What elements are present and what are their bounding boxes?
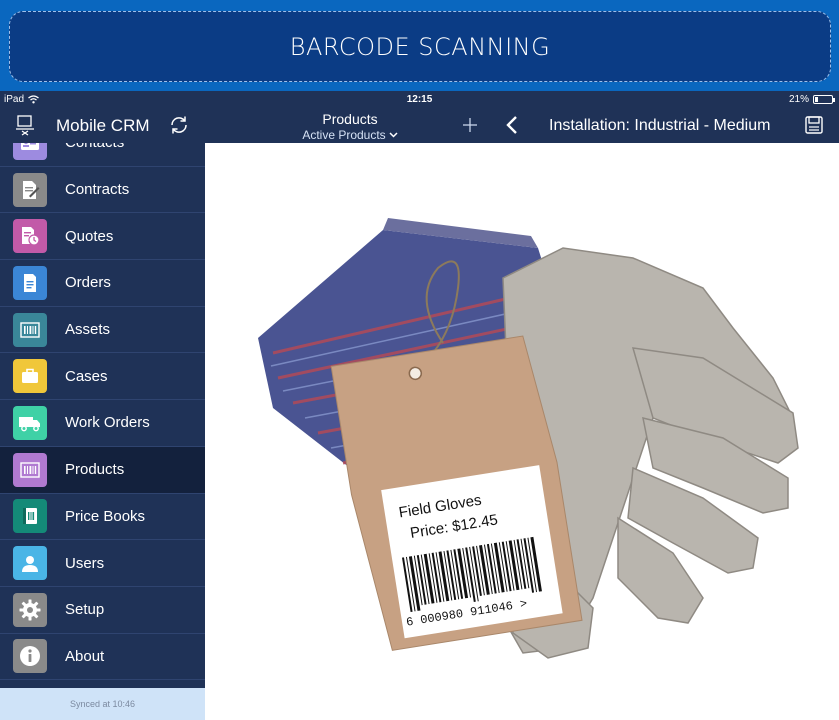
home-icon[interactable] xyxy=(14,114,36,136)
info-icon xyxy=(13,639,47,674)
sidebar: Contacts Contracts Quotes Orders Assets xyxy=(0,143,205,720)
sidebar-item-assets[interactable]: Assets xyxy=(0,307,205,354)
back-icon[interactable] xyxy=(502,114,522,136)
sidebar-item-orders[interactable]: Orders xyxy=(0,260,205,307)
sidebar-item-label: Cases xyxy=(65,367,108,385)
sidebar-item-label: Assets xyxy=(65,321,111,339)
battery-icon xyxy=(813,95,835,104)
sidebar-item-quotes[interactable]: Quotes xyxy=(0,213,205,261)
clock: 12:15 xyxy=(406,94,433,105)
sidebar-item-label: Setup xyxy=(65,601,105,619)
list-filter-label: Active Products xyxy=(302,128,386,142)
banner-title: BARCODE SCANNING xyxy=(289,32,551,61)
gear-icon xyxy=(13,592,47,627)
battery-fill xyxy=(815,97,818,102)
save-icon[interactable] xyxy=(804,115,824,135)
barcode-icon xyxy=(13,452,47,487)
banner-frame: BARCODE SCANNING xyxy=(9,11,831,82)
sidebar-item-label: Quotes xyxy=(65,227,114,245)
detail-title: Installation: Industrial - Medium xyxy=(549,117,771,134)
order-icon xyxy=(13,265,47,300)
app-title: Mobile CRM xyxy=(56,116,150,135)
sidebar-item-contracts[interactable]: Contracts xyxy=(0,167,205,214)
banner: BARCODE SCANNING xyxy=(0,0,839,91)
sync-icon[interactable] xyxy=(168,114,190,136)
sync-status: Synced at 10:46 xyxy=(0,688,205,720)
sidebar-item-label: About xyxy=(65,647,105,665)
chevron-down-icon xyxy=(389,132,398,138)
sidebar-item-label: Orders xyxy=(65,274,111,292)
add-icon[interactable] xyxy=(458,113,482,137)
battery-percent: 21% xyxy=(788,94,809,105)
sidebar-item-price-books[interactable]: Price Books xyxy=(0,494,205,541)
sidebar-item-label: Work Orders xyxy=(65,414,150,432)
product-photo: Field Gloves Price: $12.45 6 000980 9110… xyxy=(233,178,821,673)
pricebook-icon xyxy=(13,499,47,534)
sidebar-item-label: Contracts xyxy=(65,181,130,199)
briefcase-icon xyxy=(13,359,47,394)
sidebar-item-label: Contacts xyxy=(65,143,124,151)
sidebar-item-contacts[interactable]: Contacts xyxy=(0,143,205,167)
sidebar-item-label: Price Books xyxy=(65,507,146,525)
user-icon xyxy=(13,546,47,581)
truck-icon xyxy=(13,405,47,440)
asset-icon xyxy=(13,312,47,347)
top-nav: Mobile CRM Products Active Products Inst… xyxy=(0,108,839,143)
sidebar-item-label: Users xyxy=(65,554,105,572)
contract-icon xyxy=(13,172,47,207)
sidebar-item-cases[interactable]: Cases xyxy=(0,353,205,401)
sidebar-item-label: Products xyxy=(65,461,125,479)
sidebar-menu: Contacts Contracts Quotes Orders Assets xyxy=(0,143,205,681)
list-title: Products xyxy=(322,111,378,127)
sidebar-item-about[interactable]: About xyxy=(0,634,205,681)
quote-icon xyxy=(13,219,47,254)
sidebar-item-setup[interactable]: Setup xyxy=(0,587,205,634)
sidebar-item-products[interactable]: Products xyxy=(0,446,205,494)
contacts-icon xyxy=(13,143,47,160)
sidebar-item-work-orders[interactable]: Work Orders xyxy=(0,400,205,447)
product-detail: Field Gloves Price: $12.45 6 000980 9110… xyxy=(205,143,839,720)
list-filter-dropdown[interactable]: Active Products xyxy=(290,128,410,142)
status-bar: iPad 12:15 21% xyxy=(0,91,839,108)
sidebar-item-users[interactable]: Users xyxy=(0,540,205,587)
